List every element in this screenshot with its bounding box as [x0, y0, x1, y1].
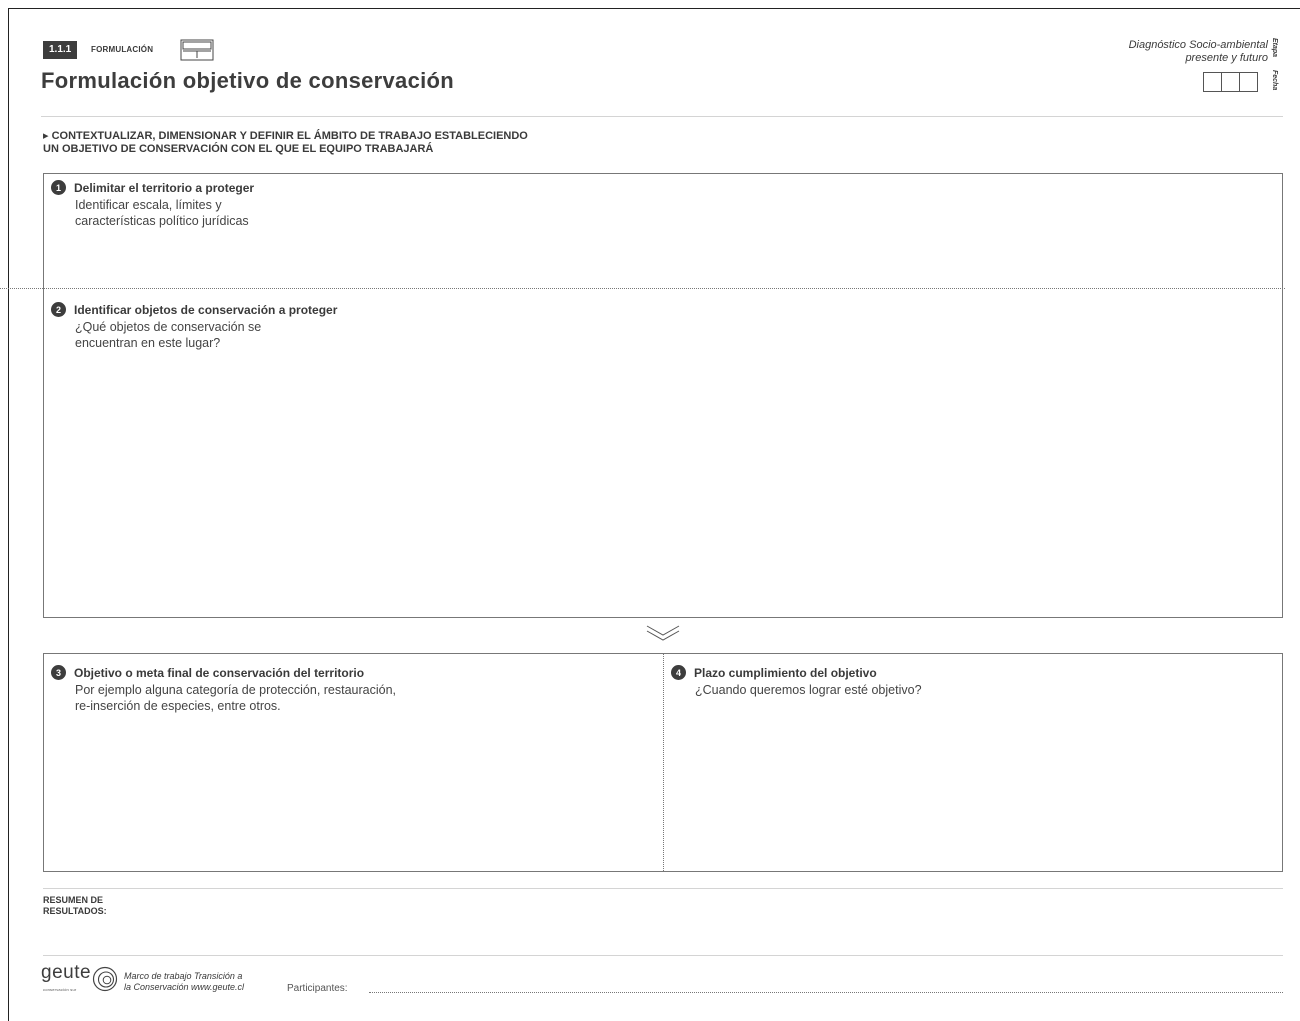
step-3-desc-line-2: re-inserción de especies, entre otros.	[75, 699, 281, 713]
step-1-description: Identificar escala, límites y caracterís…	[75, 197, 254, 229]
step-1-desc-line-1: Identificar escala, límites y	[75, 198, 222, 212]
step-3-title: Objetivo o meta final de conservación de…	[74, 665, 365, 680]
step-1-number: 1	[51, 180, 66, 195]
step-2-desc-line-2: encuentran en este lugar?	[75, 336, 221, 350]
summary-line-2: RESULTADOS:	[43, 906, 107, 916]
step-2-title: Identificar objetos de conservación a pr…	[74, 302, 338, 317]
step-4-desc-line-1: ¿Cuando queremos lograr esté objetivo?	[695, 683, 922, 697]
date-boxes	[1203, 72, 1258, 92]
step-1-title: Delimitar el territorio a proteger	[74, 180, 255, 195]
step-4: 4 Plazo cumplimiento del objetivo ¿Cuand…	[671, 665, 922, 698]
step-1-desc-line-2: características político jurídicas	[75, 214, 249, 228]
stage-line-1: Diagnóstico Socio-ambiental	[1128, 39, 1268, 51]
step-2-number: 2	[51, 302, 66, 317]
etapa-label: Etapa	[1271, 38, 1278, 58]
step-4-title: Plazo cumplimiento del objetivo	[694, 665, 877, 680]
fecha-label: Fecha	[1271, 70, 1278, 91]
summary-label: RESUMEN DE RESULTADOS:	[43, 895, 107, 917]
section-label: FORMULACIÓN	[91, 45, 154, 54]
page-title: Formulación objetivo de conservación	[41, 68, 454, 93]
step-1-answer-area[interactable]	[51, 236, 1275, 282]
step-1: 1 Delimitar el territorio a proteger Ide…	[51, 180, 254, 229]
date-box-year[interactable]	[1239, 72, 1258, 92]
logo-word: geute	[41, 962, 92, 983]
step-4-answer-area[interactable]	[671, 722, 1275, 862]
credit-line-2: la Conservación www.geute.cl	[124, 982, 245, 992]
footer-credit: Marco de trabajo Transición a la Conserv…	[124, 971, 244, 993]
credit-line-1: Marco de trabajo Transición a	[124, 971, 243, 981]
step-3: 3 Objetivo o meta final de conservación …	[51, 665, 396, 714]
logo-subtitle: conservación sur	[43, 987, 77, 992]
step-2-answer-area[interactable]	[51, 360, 1275, 610]
stage-label: Diagnóstico Socio-ambiental presente y f…	[1129, 39, 1268, 65]
step-2-description: ¿Qué objetos de conservación se encuentr…	[75, 319, 337, 351]
step-3-answer-area[interactable]	[51, 722, 655, 862]
step-4-number: 4	[671, 665, 686, 680]
summary-answer-area[interactable]	[130, 895, 1280, 947]
summary-divider	[43, 888, 1283, 889]
intro-line-1: ▸ CONTEXTUALIZAR, DIMENSIONAR Y DEFINIR …	[43, 130, 528, 142]
column-divider	[663, 654, 664, 871]
step-4-description: ¿Cuando queremos lograr esté objetivo?	[695, 682, 922, 698]
stage-line-2: presente y futuro	[1185, 52, 1268, 64]
step-2: 2 Identificar objetos de conservación a …	[51, 302, 337, 351]
step-3-desc-line-1: Por ejemplo alguna categoría de protecci…	[75, 683, 397, 697]
step-3-description: Por ejemplo alguna categoría de protecci…	[75, 682, 396, 714]
date-box-month[interactable]	[1221, 72, 1240, 92]
summary-line-1: RESUMEN DE	[43, 895, 104, 905]
header-divider	[41, 116, 1283, 117]
section-number-badge: 1.1.1	[43, 41, 78, 59]
participants-label: Participantes:	[287, 983, 348, 994]
layout-icon	[180, 39, 214, 61]
chevron-down-icon	[646, 625, 680, 641]
date-box-day[interactable]	[1203, 72, 1222, 92]
participants-field[interactable]	[369, 992, 1283, 993]
step-3-number: 3	[51, 665, 66, 680]
intro-text: ▸ CONTEXTUALIZAR, DIMENSIONAR Y DEFINIR …	[43, 130, 743, 156]
spiral-logo-icon	[92, 966, 118, 992]
intro-line-2: UN OBJETIVO DE CONSERVACIÓN CON EL QUE E…	[43, 143, 434, 155]
step-2-desc-line-1: ¿Qué objetos de conservación se	[75, 320, 262, 334]
step-divider	[0, 288, 1285, 289]
footer-divider	[43, 955, 1283, 956]
